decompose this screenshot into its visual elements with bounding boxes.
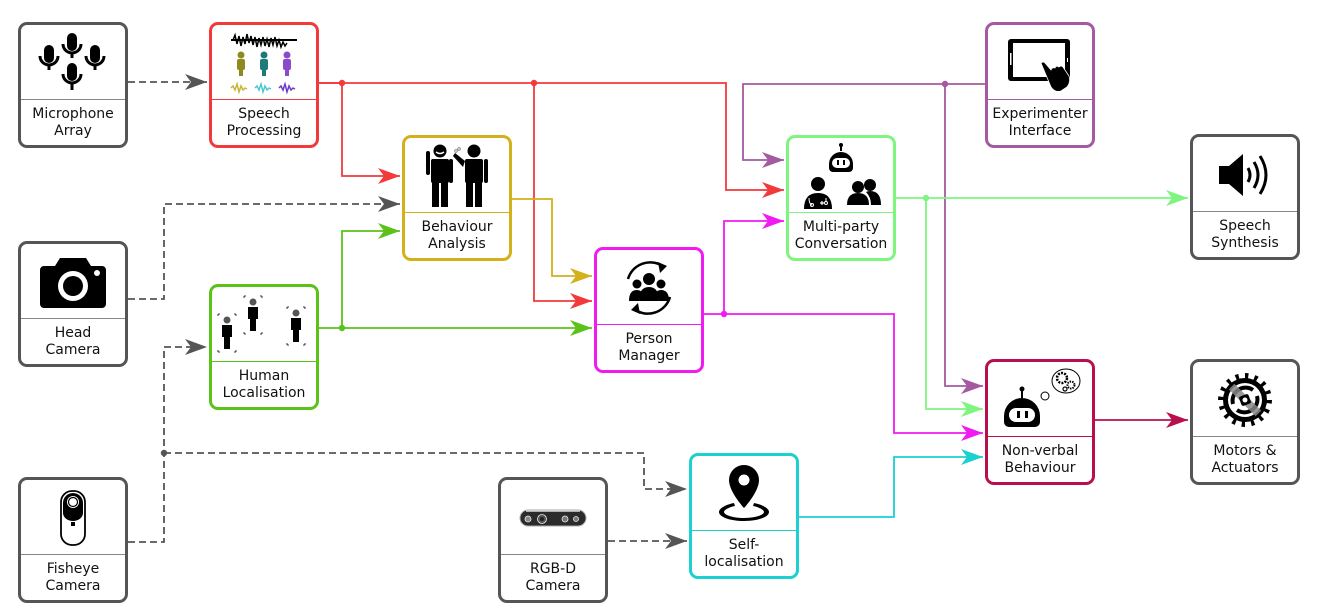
microphone-array-icon bbox=[21, 25, 125, 101]
junction-speech-1 bbox=[338, 79, 346, 87]
junction-experimenter bbox=[941, 80, 949, 88]
node-head-camera[interactable]: Head Camera bbox=[18, 241, 128, 367]
node-label: Fisheye Camera bbox=[21, 554, 125, 600]
wire-behaviour-to-person bbox=[512, 198, 592, 277]
wire-multiparty-to-nonverbal bbox=[925, 198, 983, 410]
wire-humanloc-to-behaviour bbox=[341, 230, 400, 328]
node-multi-party-conversation[interactable]: Multi-party Conversation bbox=[786, 135, 896, 261]
node-microphone-array[interactable]: Microphone Array bbox=[18, 22, 128, 148]
location-pin-icon bbox=[692, 456, 796, 532]
tablet-touch-icon bbox=[988, 25, 1092, 101]
motor-gear-icon bbox=[1193, 362, 1297, 438]
group-cycle-icon bbox=[597, 250, 701, 326]
fisheye-camera-icon bbox=[21, 480, 125, 556]
junction-fisheye bbox=[160, 449, 168, 457]
robot-doctor-group-icon bbox=[789, 138, 893, 214]
node-self-localisation[interactable]: Self- localisation bbox=[689, 453, 799, 579]
node-label: Person Manager bbox=[597, 324, 701, 370]
node-label: Self- localisation bbox=[692, 530, 796, 576]
node-label: Experimenter Interface bbox=[988, 99, 1092, 145]
node-speech-processing[interactable]: Speech Processing bbox=[209, 22, 319, 148]
node-fisheye-camera[interactable]: Fisheye Camera bbox=[18, 477, 128, 603]
node-motors-actuators[interactable]: Motors & Actuators bbox=[1190, 359, 1300, 485]
wire-experimenter-to-nonverbal bbox=[944, 84, 983, 387]
camera-icon bbox=[21, 244, 125, 320]
wire-fisheye-to-selfloc bbox=[164, 452, 687, 490]
node-experimenter-interface[interactable]: Experimenter Interface bbox=[985, 22, 1095, 148]
node-label: Head Camera bbox=[21, 318, 125, 364]
node-person-manager[interactable]: Person Manager bbox=[594, 247, 704, 373]
node-label: Non-verbal Behaviour bbox=[988, 436, 1092, 482]
node-rgbd-camera[interactable]: RGB-D Camera bbox=[498, 477, 608, 603]
junction-multiparty bbox=[922, 194, 930, 202]
robot-thinking-icon bbox=[988, 362, 1092, 438]
node-label: RGB-D Camera bbox=[501, 554, 605, 600]
rgbd-camera-icon bbox=[501, 480, 605, 556]
wire-fisheye-trunk bbox=[128, 346, 207, 543]
speaker-icon bbox=[1193, 137, 1297, 213]
wire-speech-to-behaviour bbox=[319, 82, 400, 177]
node-behaviour-analysis[interactable]: Behaviour Analysis bbox=[402, 135, 512, 261]
node-label: Speech Processing bbox=[212, 99, 316, 145]
junction-person bbox=[720, 310, 728, 318]
junction-speech-2 bbox=[530, 79, 538, 87]
junction-humanloc bbox=[338, 324, 346, 332]
wire-headcam-to-behaviour-arrowhead bbox=[378, 196, 400, 212]
node-label: Microphone Array bbox=[21, 99, 125, 145]
node-label: Motors & Actuators bbox=[1193, 436, 1297, 482]
people-detection-icon bbox=[212, 287, 316, 363]
node-non-verbal-behaviour[interactable]: Non-verbal Behaviour bbox=[985, 359, 1095, 485]
speech-waveform-speakers-icon bbox=[212, 25, 316, 101]
node-human-localisation[interactable]: Human Localisation bbox=[209, 284, 319, 410]
node-label: Multi-party Conversation bbox=[789, 212, 893, 258]
node-label: Behaviour Analysis bbox=[405, 212, 509, 258]
two-people-talking-icon bbox=[405, 138, 509, 214]
wire-person-to-multiparty bbox=[704, 220, 784, 315]
wire-selfloc-to-nonverbal bbox=[799, 456, 983, 518]
wire-speech-to-person bbox=[533, 83, 592, 302]
node-label: Human Localisation bbox=[212, 361, 316, 407]
node-label: Speech Synthesis bbox=[1193, 211, 1297, 257]
node-speech-synthesis[interactable]: Speech Synthesis bbox=[1190, 134, 1300, 260]
